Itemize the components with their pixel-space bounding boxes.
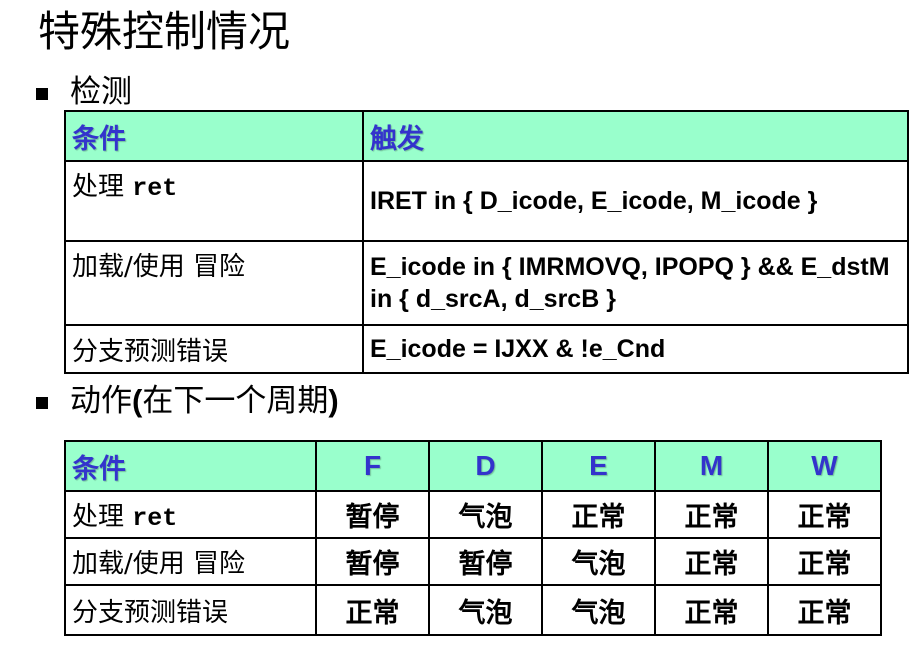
table-row: 处理 ret IRET in { D_icode, E_icode, M_ico… — [64, 160, 909, 242]
header-trigger: 触发 — [362, 110, 909, 162]
condition-text: 处理 — [72, 502, 133, 532]
action-cell: 正常 — [767, 537, 882, 586]
table-row: 分支预测错误 正常 气泡 气泡 正常 正常 — [64, 584, 882, 636]
action-cell: 正常 — [654, 537, 769, 586]
action-cell: 正常 — [541, 490, 656, 539]
action-cell: 暂停 — [428, 537, 543, 586]
action-cell: 暂停 — [315, 490, 430, 539]
trigger-cell: E_icode = IJXX & !e_Cnd — [362, 324, 909, 374]
action-cell: 正常 — [654, 584, 769, 636]
bullet-square-icon — [36, 397, 48, 409]
condition-code: ret — [132, 504, 178, 533]
action-cell: 气泡 — [541, 584, 656, 636]
page-title: 特殊控制情况 — [38, 7, 291, 56]
detect-heading: 检测 — [70, 74, 132, 110]
condition-cell: 处理 ret — [64, 160, 364, 242]
table-header-row: 条件 触发 — [64, 110, 909, 162]
action-cell: 气泡 — [541, 537, 656, 586]
action-heading-text: 动作 — [70, 383, 132, 419]
bullet-square-icon — [36, 88, 48, 100]
action-heading: 动作(在下一个周期) — [70, 381, 339, 421]
table-row: 加载/使用 冒险 暂停 暂停 气泡 正常 正常 — [64, 537, 882, 586]
action-heading-paren: ( — [132, 383, 143, 418]
header-stage-m: M — [654, 440, 769, 492]
table-row: 分支预测错误 E_icode = IJXX & !e_Cnd — [64, 324, 909, 374]
table-row: 处理 ret 暂停 气泡 正常 正常 正常 — [64, 490, 882, 539]
table-header-row: 条件 F D E M W — [64, 440, 882, 492]
action-cell: 正常 — [654, 490, 769, 539]
condition-cell: 处理 ret — [64, 490, 317, 539]
header-stage-e: E — [541, 440, 656, 492]
trigger-cell: IRET in { D_icode, E_icode, M_icode } — [362, 160, 909, 242]
action-cell: 正常 — [767, 584, 882, 636]
header-stage-d: D — [428, 440, 543, 492]
action-heading-close: ) — [328, 383, 339, 418]
action-cell: 正常 — [767, 490, 882, 539]
header-condition: 条件 — [64, 110, 364, 162]
header-stage-w: W — [767, 440, 882, 492]
detection-table: 条件 触发 处理 ret IRET in { D_icode, E_icode,… — [64, 110, 909, 374]
header-stage-f: F — [315, 440, 430, 492]
condition-cell: 加载/使用 冒险 — [64, 537, 317, 586]
condition-cell: 分支预测错误 — [64, 584, 317, 636]
condition-code: ret — [132, 174, 178, 203]
condition-text: 处理 — [72, 172, 133, 202]
action-cell: 气泡 — [428, 490, 543, 539]
action-cell: 正常 — [315, 584, 430, 636]
action-table: 条件 F D E M W 处理 ret 暂停 气泡 正常 正常 正常 加载/使用… — [64, 440, 882, 636]
condition-cell: 分支预测错误 — [64, 324, 364, 374]
header-condition: 条件 — [64, 440, 317, 492]
action-cell: 暂停 — [315, 537, 430, 586]
trigger-cell: E_icode in { IMRMOVQ, IPOPQ } && E_dstM … — [362, 240, 909, 326]
action-heading-mid: 在下一个周期 — [142, 383, 329, 419]
table-row: 加载/使用 冒险 E_icode in { IMRMOVQ, IPOPQ } &… — [64, 240, 909, 326]
condition-cell: 加载/使用 冒险 — [64, 240, 364, 326]
action-cell: 气泡 — [428, 584, 543, 636]
